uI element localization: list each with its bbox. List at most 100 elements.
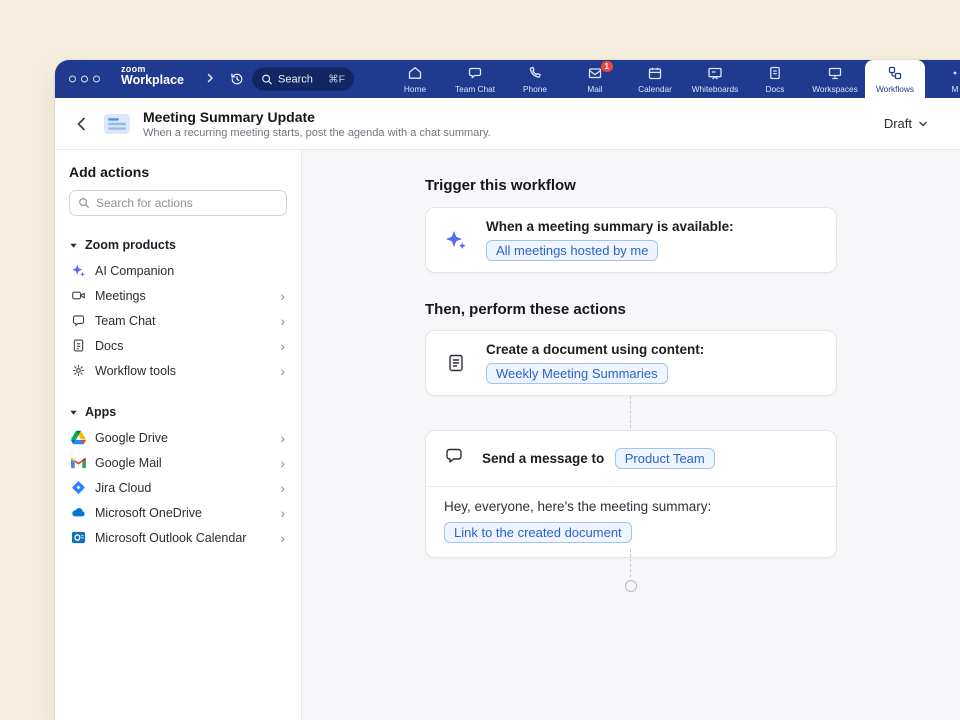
sidebar-item-google-drive[interactable]: Google Drive › bbox=[69, 425, 287, 450]
action-search[interactable] bbox=[69, 190, 287, 216]
workflows-icon bbox=[887, 65, 903, 81]
home-icon bbox=[407, 65, 423, 81]
onedrive-icon bbox=[71, 505, 86, 520]
back-button[interactable] bbox=[73, 115, 91, 133]
docs-icon bbox=[71, 338, 86, 353]
chevron-right-icon: › bbox=[280, 481, 285, 495]
ai-companion-icon bbox=[71, 263, 86, 278]
chevron-right-icon: › bbox=[280, 314, 285, 328]
message-icon bbox=[444, 446, 464, 471]
workspaces-icon bbox=[827, 65, 843, 81]
search-icon bbox=[261, 73, 273, 85]
calendar-icon bbox=[647, 65, 663, 81]
window-dot[interactable] bbox=[69, 76, 76, 83]
chat-icon bbox=[467, 65, 483, 81]
section-header-apps[interactable]: Apps bbox=[69, 405, 287, 419]
team-chat-icon bbox=[71, 313, 86, 328]
sidebar-item-meetings[interactable]: Meetings › bbox=[69, 283, 287, 308]
window-dot[interactable] bbox=[81, 76, 88, 83]
window-dot[interactable] bbox=[93, 76, 100, 83]
logo-workplace-text: Workplace bbox=[121, 74, 184, 87]
sidebar-item-docs[interactable]: Docs › bbox=[69, 333, 287, 358]
search-icon bbox=[78, 197, 90, 209]
nav-tab-calendar[interactable]: Calendar bbox=[625, 60, 685, 98]
status-dropdown[interactable]: Draft bbox=[876, 111, 936, 136]
more-icon bbox=[947, 65, 960, 81]
sidebar-item-team-chat[interactable]: Team Chat › bbox=[69, 308, 287, 333]
action-search-input[interactable] bbox=[96, 196, 278, 210]
outlook-calendar-icon bbox=[71, 530, 86, 545]
actions-heading: Then, perform these actions bbox=[425, 301, 626, 318]
app-window: zoom Workplace Search ⌘F Home bbox=[55, 60, 960, 720]
create-document-card[interactable]: Create a document using content: Weekly … bbox=[425, 330, 837, 396]
document-content-tag[interactable]: Weekly Meeting Summaries bbox=[486, 363, 668, 384]
sidebar-item-microsoft-outlook-calendar[interactable]: Microsoft Outlook Calendar › bbox=[69, 525, 287, 550]
chevron-right-icon: › bbox=[280, 456, 285, 470]
section-header-zoom-products[interactable]: Zoom products bbox=[69, 238, 287, 252]
mail-badge: 1 bbox=[601, 61, 613, 72]
ai-sparkle-icon bbox=[444, 228, 468, 252]
sidebar-item-google-mail[interactable]: Google Mail › bbox=[69, 450, 287, 475]
global-search[interactable]: Search ⌘F bbox=[252, 68, 354, 91]
sidebar-item-jira-cloud[interactable]: Jira Cloud › bbox=[69, 475, 287, 500]
send-message-text: Send a message to bbox=[482, 451, 604, 466]
nav-tab-phone[interactable]: Phone bbox=[505, 60, 565, 98]
sidebar-item-ai-companion[interactable]: AI Companion bbox=[69, 258, 287, 283]
connector-line bbox=[630, 396, 631, 428]
message-body-text: Hey, everyone, here's the meeting summar… bbox=[444, 499, 818, 514]
nav-tab-workflows[interactable]: Workflows bbox=[865, 60, 925, 98]
chevron-right-icon: › bbox=[280, 289, 285, 303]
sidebar-item-microsoft-onedrive[interactable]: Microsoft OneDrive › bbox=[69, 500, 287, 525]
send-message-card[interactable]: Send a message to Product Team Hey, ever… bbox=[425, 430, 837, 558]
recipient-tag[interactable]: Product Team bbox=[615, 448, 715, 469]
workflow-icon bbox=[103, 112, 131, 136]
status-badge: Draft bbox=[884, 116, 912, 131]
section-zoom-products: Zoom products AI Companion Meetings › Te… bbox=[69, 238, 287, 383]
nav-tab-whiteboards[interactable]: Whiteboards bbox=[685, 60, 745, 98]
docs-icon bbox=[767, 65, 783, 81]
chevron-left-icon bbox=[73, 115, 91, 133]
google-drive-icon bbox=[71, 430, 86, 445]
workflow-title-block: Meeting Summary Update When a recurring … bbox=[143, 109, 491, 139]
document-icon bbox=[444, 353, 468, 373]
jira-icon bbox=[71, 480, 86, 495]
section-apps: Apps Google Drive › Google Mail › Jira C… bbox=[69, 405, 287, 550]
trigger-heading: Trigger this workflow bbox=[425, 177, 576, 194]
top-navbar: zoom Workplace Search ⌘F Home bbox=[55, 60, 960, 98]
caret-down-icon bbox=[69, 241, 78, 250]
sidebar-item-workflow-tools[interactable]: Workflow tools › bbox=[69, 358, 287, 383]
chevron-right-icon: › bbox=[280, 531, 285, 545]
trigger-text: When a meeting summary is available: bbox=[486, 219, 734, 234]
document-link-tag[interactable]: Link to the created document bbox=[444, 522, 632, 543]
whiteboard-icon bbox=[707, 65, 723, 81]
sidebar-title: Add actions bbox=[69, 164, 287, 180]
window-controls bbox=[69, 76, 100, 83]
chevron-right-icon: › bbox=[280, 506, 285, 520]
caret-down-icon bbox=[69, 408, 78, 417]
chevron-right-icon: › bbox=[280, 364, 285, 378]
search-shortcut: ⌘F bbox=[328, 73, 345, 85]
nav-tab-team-chat[interactable]: Team Chat bbox=[445, 60, 505, 98]
workflow-canvas: Trigger this workflow When a meeting sum… bbox=[302, 150, 960, 720]
chevron-down-icon bbox=[918, 119, 928, 129]
nav-tab-docs[interactable]: Docs bbox=[745, 60, 805, 98]
page-title: Meeting Summary Update bbox=[143, 109, 491, 125]
chevron-right-icon: › bbox=[280, 431, 285, 445]
nav-tab-mail[interactable]: 1 Mail bbox=[565, 60, 625, 98]
page-subtitle: When a recurring meeting starts, post th… bbox=[143, 127, 491, 139]
meetings-icon bbox=[71, 288, 86, 303]
search-placeholder: Search bbox=[278, 73, 313, 85]
create-document-text: Create a document using content: bbox=[486, 342, 704, 357]
nav-tab-workspaces[interactable]: Workspaces bbox=[805, 60, 865, 98]
add-step-node[interactable] bbox=[625, 580, 637, 592]
history-icon[interactable] bbox=[229, 71, 245, 87]
chevron-right-icon[interactable] bbox=[205, 70, 215, 88]
nav-tab-more[interactable]: M bbox=[925, 60, 960, 98]
gear-icon bbox=[71, 363, 86, 378]
workflow-header: Meeting Summary Update When a recurring … bbox=[55, 98, 960, 150]
trigger-card[interactable]: When a meeting summary is available: All… bbox=[425, 207, 837, 273]
nav-tab-home[interactable]: Home bbox=[385, 60, 445, 98]
zoom-workplace-logo: zoom Workplace bbox=[121, 65, 184, 88]
trigger-scope-tag[interactable]: All meetings hosted by me bbox=[486, 240, 658, 261]
phone-icon bbox=[527, 65, 543, 81]
